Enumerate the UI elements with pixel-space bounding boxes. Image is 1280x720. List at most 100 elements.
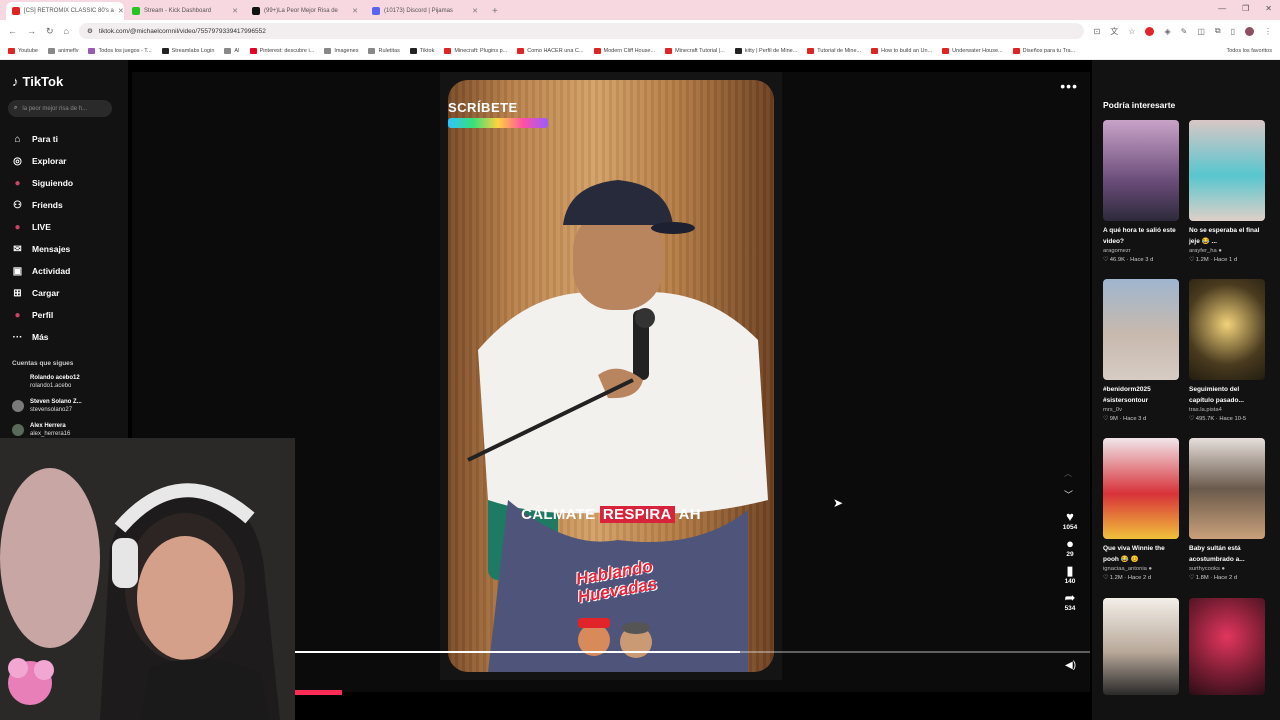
opera-extension-icon[interactable] bbox=[1145, 26, 1155, 36]
previous-video-icon[interactable]: ︿ bbox=[1064, 468, 1072, 479]
bookmark-item[interactable]: Todos los juegos - T... bbox=[88, 47, 152, 54]
tiktok-logo[interactable]: ♪ TikTok bbox=[12, 74, 63, 89]
extension-icon[interactable]: ✎ bbox=[1181, 27, 1188, 36]
share-icon: ➦ bbox=[1064, 590, 1076, 605]
back-icon[interactable]: ← bbox=[8, 26, 17, 36]
extension-icon[interactable]: ◫ bbox=[1197, 27, 1205, 36]
browser-tab[interactable]: [CS] RETROMIX CLASSIC 80's a ✕ bbox=[6, 2, 124, 20]
sidebar-item-label: Siguiendo bbox=[32, 178, 74, 188]
bookmark-item[interactable]: Streamlabs Login bbox=[161, 47, 214, 54]
video-thumbnail[interactable] bbox=[1103, 120, 1179, 221]
video-thumbnail[interactable] bbox=[1103, 438, 1179, 539]
more-options-icon[interactable]: ••• bbox=[1060, 78, 1078, 94]
bookmark-item[interactable]: kitty | Perfil de Mine... bbox=[734, 47, 797, 54]
video-frame[interactable]: SCRÍBETE CÁLMATE RESPIRA AH Hablando Hue… bbox=[448, 80, 774, 672]
browser-tab[interactable]: (10173) Discord | Pijamas ✕ bbox=[366, 2, 484, 20]
following-account[interactable]: Rolando acebo12 rolando1.acebo bbox=[12, 374, 80, 390]
new-tab-icon[interactable]: + bbox=[492, 6, 498, 17]
translate-icon[interactable]: 文 bbox=[1110, 26, 1118, 37]
card-author[interactable]: mrs_0v bbox=[1103, 406, 1179, 415]
recommended-video-card[interactable]: A qué hora te salió este video? aragomezr… bbox=[1103, 120, 1179, 265]
bookmark-label: Modern Cliff House... bbox=[603, 47, 656, 54]
card-author[interactable]: tras.la.pista4 bbox=[1189, 406, 1265, 415]
card-author[interactable]: arayfer_ha ● bbox=[1189, 247, 1265, 256]
close-tab-icon[interactable]: ✕ bbox=[472, 7, 478, 15]
minimize-icon[interactable]: — bbox=[1218, 4, 1226, 13]
bookmark-item[interactable]: Minecraft: Plugins p... bbox=[444, 47, 507, 54]
site-info-icon[interactable]: ⚙ bbox=[87, 27, 93, 35]
bookmark-action[interactable]: ▮ 140 bbox=[1058, 564, 1082, 586]
bookmark-item[interactable]: AI bbox=[224, 47, 240, 54]
close-window-icon[interactable]: ✕ bbox=[1265, 4, 1272, 13]
sidebar-item-friends[interactable]: ⚇ Friends bbox=[12, 194, 73, 216]
profile-avatar[interactable] bbox=[1245, 26, 1254, 36]
video-thumbnail[interactable] bbox=[1189, 279, 1265, 380]
menu-icon[interactable]: ⋮ bbox=[1264, 27, 1272, 36]
bookmark-item[interactable]: Como HACER una C... bbox=[517, 47, 584, 54]
star-icon[interactable]: ☆ bbox=[1128, 27, 1135, 36]
sidebar-item-para-ti[interactable]: ⌂ Para ti bbox=[12, 128, 73, 150]
install-icon[interactable]: ⊡ bbox=[1094, 27, 1101, 36]
bookmark-item[interactable]: Underwater House... bbox=[942, 47, 1003, 54]
browser-tab[interactable]: (99+)La Peor Mejor Risa de ✕ bbox=[246, 2, 364, 20]
bookmark-item[interactable]: Imagenes bbox=[324, 47, 358, 54]
card-author[interactable]: surthycooks ● bbox=[1189, 565, 1265, 574]
bookmark-item[interactable]: How to build an Un... bbox=[871, 47, 932, 54]
recommended-video-card[interactable] bbox=[1189, 598, 1265, 695]
sidebar-item-actividad[interactable]: ▣ Actividad bbox=[12, 260, 73, 282]
video-thumbnail[interactable] bbox=[1189, 120, 1265, 221]
extension-icon[interactable]: ◈ bbox=[1164, 27, 1170, 36]
video-thumbnail[interactable] bbox=[1103, 598, 1179, 695]
sidebar-item-explorar[interactable]: ◎ Explorar bbox=[12, 150, 73, 172]
recommended-video-card[interactable]: Que viva Winnie the pooh 😂 😊 ignaciaa_ant… bbox=[1103, 438, 1179, 583]
next-video-icon[interactable]: ﹀ bbox=[1064, 488, 1073, 501]
video-thumbnail[interactable] bbox=[1189, 438, 1265, 539]
search-input[interactable]: ⌕ la peor mejor risa de h... bbox=[8, 100, 112, 117]
bookmark-item[interactable]: Tiktok bbox=[409, 47, 434, 54]
card-author[interactable]: aragomezr bbox=[1103, 247, 1179, 256]
home-browser-icon[interactable]: ⌂ bbox=[64, 26, 69, 36]
forward-icon[interactable]: → bbox=[27, 26, 36, 36]
video-thumbnail[interactable] bbox=[1103, 279, 1179, 380]
puzzle-icon[interactable]: ⧉ bbox=[1215, 26, 1221, 36]
bookmark-item[interactable]: Youtube bbox=[8, 47, 38, 54]
url-field[interactable]: ⚙ tiktok.com/@michaelcornnil/video/75579… bbox=[78, 23, 1084, 39]
bookmark-item[interactable]: Ruletitas bbox=[368, 47, 400, 54]
reload-icon[interactable]: ↻ bbox=[46, 26, 54, 37]
video-progress-bar[interactable] bbox=[294, 651, 1090, 653]
close-tab-icon[interactable]: ✕ bbox=[352, 7, 358, 15]
card-author[interactable]: ignaciaa_antonia ● bbox=[1103, 565, 1179, 574]
sidebar-item-mensajes[interactable]: ✉ Mensajes bbox=[12, 238, 73, 260]
bookmark-item[interactable]: Minecraft Tutorial |... bbox=[665, 47, 725, 54]
following-account[interactable]: Alex Herrera alex_herrera16 bbox=[12, 422, 70, 438]
sidebar-item-siguiendo[interactable]: ● Siguiendo bbox=[12, 172, 73, 194]
sidebar-item-más[interactable]: ··· Más bbox=[12, 326, 73, 348]
close-tab-icon[interactable]: ✕ bbox=[232, 7, 238, 15]
comment-action[interactable]: ● 29 bbox=[1058, 537, 1082, 559]
bookmark-item[interactable]: Modern Cliff House... bbox=[593, 47, 656, 54]
sidebar-item-cargar[interactable]: ⊞ Cargar bbox=[12, 282, 73, 304]
following-account[interactable]: Steven Solano Z... stevensolano27 bbox=[12, 398, 82, 414]
volume-icon[interactable]: ◀) bbox=[1065, 660, 1076, 671]
sidebar-item-live[interactable]: ● LIVE bbox=[12, 216, 73, 238]
bookmark-item[interactable]: Tutorial de Mine... bbox=[807, 47, 861, 54]
bookmark-item[interactable]: animeflv bbox=[48, 47, 78, 54]
recommended-video-card[interactable] bbox=[1103, 598, 1179, 695]
video-player[interactable]: SCRÍBETE CÁLMATE RESPIRA AH Hablando Hue… bbox=[440, 72, 782, 680]
share-action[interactable]: ➦ 534 bbox=[1058, 590, 1082, 613]
sidebar-item-perfil[interactable]: ● Perfil bbox=[12, 304, 73, 326]
maximize-icon[interactable]: ❐ bbox=[1242, 4, 1249, 13]
recommended-video-card[interactable]: #benidorm2025 #sistersontour mrs_0v ♡ 9M ·… bbox=[1103, 279, 1179, 424]
bookmark-item[interactable]: Pinterest: descubre i... bbox=[249, 47, 314, 54]
all-bookmarks-folder[interactable]: Todos los favoritos bbox=[1226, 48, 1272, 54]
recommended-video-card[interactable]: Baby sultán está acostumbrado a... surthy… bbox=[1189, 438, 1265, 583]
bookmark-item[interactable]: Diseños para tu Tra... bbox=[1012, 47, 1075, 54]
recommended-video-card[interactable]: No se esperaba el final jeje 😂 ... arayfe… bbox=[1189, 120, 1265, 265]
bookmark-favicon-icon bbox=[871, 47, 879, 54]
close-tab-icon[interactable]: ✕ bbox=[118, 7, 124, 15]
like-action[interactable]: ♥ 1054 bbox=[1058, 510, 1082, 532]
video-thumbnail[interactable] bbox=[1189, 598, 1265, 695]
sidebar-icon[interactable]: ▯ bbox=[1231, 27, 1235, 36]
browser-tab[interactable]: Stream - Kick Dashboard ✕ bbox=[126, 2, 244, 20]
recommended-video-card[interactable]: Seguimiento del capítulo pasado... tras.l… bbox=[1189, 279, 1265, 424]
